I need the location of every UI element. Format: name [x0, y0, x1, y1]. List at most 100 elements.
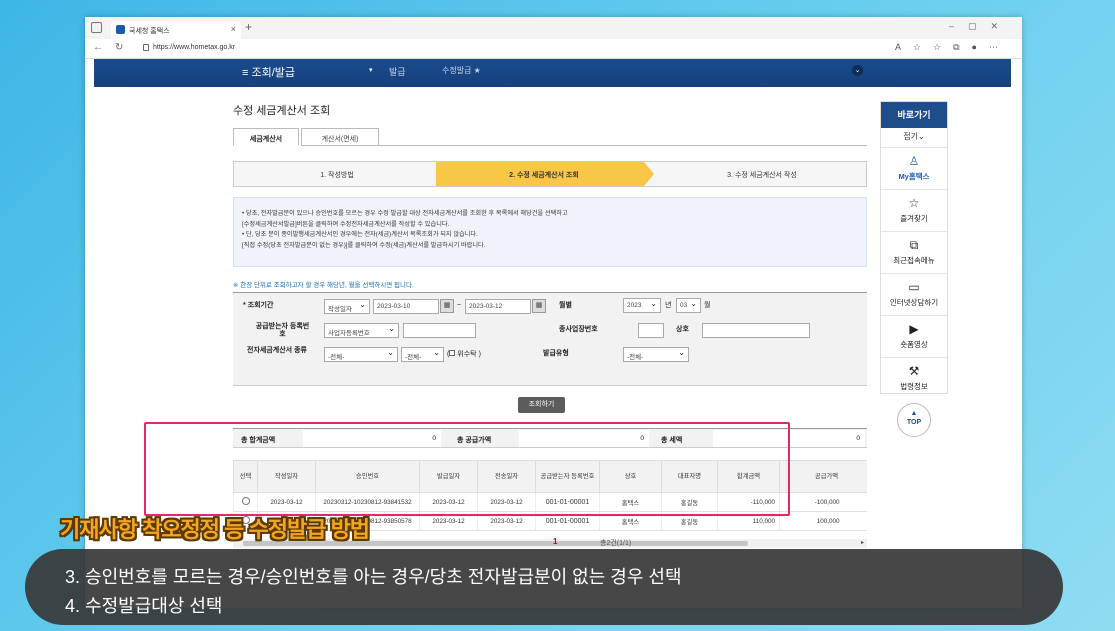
sidebar-item-favorites[interactable]: ☆ 즐겨찾기	[881, 190, 947, 232]
url-field[interactable]: https://www.hometax.go.kr	[153, 44, 235, 51]
caption-title: 기재사항 착오정정 등 수정발급 방법	[60, 517, 370, 542]
checkbox-icon[interactable]	[449, 350, 456, 356]
info-line: • 단, 당초 분이 종이발행세금계산서인 경우에는 전자(세금)계산서 목록조…	[242, 231, 478, 238]
company-input[interactable]	[702, 323, 810, 338]
year-select[interactable]: 2023	[623, 298, 661, 313]
date-tilde: ~	[457, 302, 462, 309]
tab-actions-icon[interactable]	[91, 22, 102, 33]
search-note: ※ 한장 단위로 조회하고자 할 경우 해당년, 월을 선택하시면 됩니다.	[233, 282, 414, 289]
top-button[interactable]: ▲ TOP	[897, 403, 931, 437]
date-to-input[interactable]: 2023-03-12	[465, 299, 531, 314]
kind-select-2[interactable]: -전체-	[401, 347, 444, 362]
sidebar-item-law[interactable]: ⚒ 법령정보	[881, 358, 947, 400]
sidebar-item-label: My홈택스	[898, 172, 930, 181]
step-arrow	[644, 162, 654, 186]
subtitle-line-1: 3. 승인번호를 모르는 경우/승인번호를 아는 경우/당초 전자발급분이 없는…	[65, 567, 682, 587]
refresh-icon[interactable]: ↻	[115, 42, 123, 53]
supplier-reg-label: 공급받는자 등록번호	[255, 323, 310, 338]
caret-icon: ▾	[369, 67, 373, 74]
close-tab-icon[interactable]: ×	[231, 24, 236, 34]
subtitle-line-2: 4. 수정발급대상 선택	[65, 596, 223, 616]
table-cell: -100,000	[779, 492, 867, 512]
info-box: • 당초, 전자발급분이 있으나 승인번호를 모르는 경우 수정 발급할 대상 …	[233, 197, 867, 267]
step-arrow	[436, 162, 446, 186]
tab-title: 국세청 홈택스	[129, 28, 170, 35]
sidebar-item-label: 숏폼영상	[900, 340, 928, 349]
address-bar: ← ↻ https://www.hometax.go.kr A☆☆⧉●⋯	[85, 39, 1022, 59]
issue-type-select[interactable]: -전체-	[623, 347, 689, 362]
step-indicator: 1. 작성방법 2. 수정 세금계산서 조회 3. 수정 세금계산서 작성	[233, 161, 867, 187]
lock-icon	[143, 44, 149, 51]
month-unit: 월	[704, 302, 711, 309]
consign-checkbox[interactable]: ( 위수탁 )	[447, 350, 481, 359]
month-label: 월별	[559, 302, 572, 309]
search-button[interactable]: 조회하기	[518, 397, 565, 413]
sidebar-title: 바로가기	[881, 102, 947, 128]
tab-invoice-exempt[interactable]: 계산서(면세)	[301, 128, 379, 146]
page-number[interactable]: 1	[553, 537, 557, 546]
calendar-icon[interactable]: ▦	[532, 299, 546, 313]
sidebar-item-label: 법령정보	[900, 382, 928, 391]
sidebar-item-label: 최근접속메뉴	[893, 256, 935, 265]
recent-icon: ⧉	[909, 238, 919, 252]
highlight-box	[144, 422, 790, 516]
date-from-input[interactable]: 2023-03-10	[373, 299, 439, 314]
quick-links-sidebar: 바로가기 접기⌄ ♙ My홈택스 ☆ 즐겨찾기 ⧉ 최근접속메뉴 ▭ 인터넷상담…	[880, 101, 948, 394]
window-controls[interactable]: –▢✕	[949, 21, 1012, 32]
company-label: 상호	[676, 326, 689, 333]
einvoice-kind-label: 전자세금계산서 종류	[247, 347, 307, 354]
consign-label: 위수탁	[457, 351, 477, 358]
new-tab-button[interactable]: +	[245, 20, 252, 34]
browser-toolbar-icons[interactable]: A☆☆⧉●⋯	[895, 42, 1010, 53]
workplace-input[interactable]	[638, 323, 664, 338]
table-cell: 100,000	[779, 511, 867, 531]
period-label: * 조회기간	[243, 302, 274, 309]
star-icon: ☆	[908, 196, 920, 210]
workplace-label: 종사업장번호	[559, 326, 598, 333]
chevron-down-icon[interactable]: ⌄	[852, 65, 863, 76]
sidebar-item-consult[interactable]: ▭ 인터넷상담하기	[881, 274, 947, 316]
sidebar-item-label: 인터넷상담하기	[889, 298, 939, 307]
sidebar-item-label: 즐겨찾기	[900, 214, 928, 223]
month-select[interactable]: 03	[676, 298, 701, 313]
reg-type-select[interactable]: 사업자등록번호	[324, 323, 399, 338]
date-type-select[interactable]: 작성일자	[324, 299, 370, 314]
search-form: * 조회기간 작성일자 2023-03-10 ▦ ~ 2023-03-12 ▦ …	[233, 292, 867, 386]
reg-number-input[interactable]	[403, 323, 476, 338]
subtitle-box: 3. 승인번호를 모르는 경우/승인번호를 아는 경우/당초 전자발급분이 없는…	[25, 549, 1063, 625]
monitor-icon: ▭	[908, 280, 920, 294]
top-label: TOP	[906, 419, 922, 426]
tab-tax-invoice[interactable]: 세금계산서	[233, 128, 299, 146]
scroll-right-icon[interactable]: ▸	[861, 539, 864, 546]
info-line: • 당초, 전자발급분이 있으나 승인번호를 모르는 경우 수정 발급할 대상 …	[242, 210, 568, 217]
browser-tab[interactable]: 국세청 홈택스 ×	[111, 21, 241, 39]
page-summary: 총2건(1/1)	[600, 540, 632, 547]
breadcrumb-issue[interactable]: 발급	[389, 65, 406, 78]
step-2: 2. 수정 세금계산서 조회	[444, 162, 644, 186]
play-icon: ▶	[909, 322, 919, 336]
sidebar-item-recent[interactable]: ⧉ 최근접속메뉴	[881, 232, 947, 274]
arrow-up-icon: ▲	[910, 410, 918, 417]
breadcrumb-amend[interactable]: 수정발급 ★	[442, 65, 481, 76]
sidebar-item-myhometax[interactable]: ♙ My홈택스	[881, 148, 947, 190]
kind-select-1[interactable]: -전체-	[324, 347, 398, 362]
col-header[interactable]: 공급가액	[779, 460, 867, 493]
tab-divider	[379, 145, 867, 146]
info-line: [수정세금계산서발급]버튼을 클릭하여 수정전자세금계산서를 작성할 수 있습니…	[242, 220, 450, 228]
page-title: 수정 세금계산서 조회	[233, 105, 331, 117]
issue-type-label: 발급유형	[543, 350, 569, 357]
gavel-icon: ⚒	[908, 364, 920, 378]
info-line: [직접 수정(당초 전자발급분이 없는 경우)]를 클릭하여 수정(세금)계산서…	[242, 241, 486, 249]
sidebar-item-shortform[interactable]: ▶ 숏폼영상	[881, 316, 947, 358]
global-nav: ≡ 조회/발급 ▾ 발급 수정발급 ★ ⌄	[94, 59, 1011, 87]
fold-button[interactable]: 접기⌄	[881, 128, 947, 148]
back-icon[interactable]: ←	[93, 42, 103, 53]
person-icon: ♙	[908, 154, 920, 168]
menu-button[interactable]: ≡ 조회/발급	[242, 64, 295, 80]
hometax-favicon-icon	[116, 25, 125, 34]
year-unit: 년	[665, 302, 672, 309]
tab-bar: 국세청 홈택스 × + –▢✕	[85, 17, 1022, 39]
step-3: 3. 수정 세금계산서 작성	[727, 172, 797, 179]
calendar-icon[interactable]: ▦	[440, 299, 454, 313]
step-1: 1. 작성방법	[320, 172, 354, 179]
